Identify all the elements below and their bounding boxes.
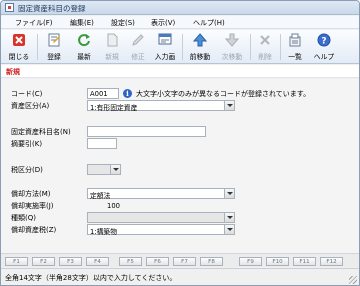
list-button[interactable]: 一覧 [283,32,307,62]
fkey-f2[interactable]: F2 [32,257,55,266]
status-message: 全角14文字（半角28文字）以内で入力してください。 [5,274,177,282]
input-screen-button[interactable]: 入力画 [153,32,177,62]
refresh-icon [78,34,90,47]
fkey-f6[interactable]: F6 [146,257,169,266]
chevron-down-icon[interactable] [224,213,234,222]
toolbar: 閉じる 登録 最新 新規 修正 入力画 前移動 次移動 削除 一覧 ? ヘルプ [1,30,359,64]
modify-button[interactable]: 修正 [126,32,150,62]
mode-bar: 新規 [1,65,359,78]
new-button[interactable]: 新規 [100,32,124,62]
input-screen-icon [158,33,172,45]
up-arrow-icon [193,33,207,47]
depreciation-method-select[interactable]: 定額法 [87,188,235,200]
entry-form: コード(C) A001 i 大文字小文字のみが異なるコードが登録されています。 … [1,79,359,253]
fkey-f10[interactable]: F10 [266,257,289,266]
depreciation-method-label: 償却方法(M) [11,190,51,198]
close-icon [13,34,25,46]
title-bar: 固定資産科目の登録 [1,1,359,15]
next-move-label: 次移動 [221,53,243,61]
application-window: 固定資産科目の登録 ファイル(F) 編集(E) 設定(S) 表示(V) ヘルプ(… [0,0,360,286]
tax-class-select[interactable] [87,164,121,175]
help-icon: ? [317,33,331,47]
depreciation-method-value: 定額法 [90,192,111,200]
code-warning-text: 大文字小文字のみが異なるコードが登録されています。 [136,90,311,98]
asset-class-value: 1:有形固定資産 [90,104,138,112]
window-title: 固定資産科目の登録 [18,4,86,13]
list-label: 一覧 [288,53,302,61]
prev-move-button[interactable]: 前移動 [188,32,212,62]
summary-key-label: 摘要引(K) [11,140,43,148]
fkey-f7[interactable]: F7 [173,257,196,266]
chevron-down-icon[interactable] [224,101,234,110]
fkey-f5[interactable]: F5 [119,257,142,266]
code-label: コード(C) [11,90,43,98]
new-document-icon [107,33,118,47]
help-button[interactable]: ? ヘルプ [312,32,336,62]
menu-help[interactable]: ヘルプ(H) [193,18,225,28]
summary-key-input[interactable] [87,138,117,149]
function-key-bar: F1 F2 F3 F4 F5 F6 F7 F8 F9 F10 F11 F12 [1,253,359,267]
menu-settings[interactable]: 設定(S) [111,18,135,28]
fkey-f8[interactable]: F8 [200,257,223,266]
delete-button[interactable]: 削除 [253,32,277,62]
close-label: 閉じる [8,53,30,61]
input-screen-label: 入力画 [154,53,176,61]
next-move-button[interactable]: 次移動 [220,32,244,62]
info-icon: i [123,89,132,98]
tax-class-label: 税区分(D) [11,166,43,174]
asset-name-label: 固定資産科目名(N) [11,128,71,136]
menu-bar: ファイル(F) 編集(E) 設定(S) 表示(V) ヘルプ(H) [1,16,359,29]
fkey-f12[interactable]: F12 [320,257,343,266]
delete-x-icon [260,35,270,45]
register-label: 登録 [47,53,61,61]
help-label: ヘルプ [313,53,335,61]
depreciable-asset-tax-label: 償却資産税(Z) [11,226,57,234]
asset-class-label: 資産区分(A) [11,102,50,110]
resize-grip-icon[interactable] [349,276,357,284]
depreciation-rate-input[interactable]: 100 [87,200,123,211]
fkey-f1[interactable]: F1 [5,257,28,266]
svg-text:?: ? [321,37,326,47]
list-icon [289,33,301,47]
depreciable-asset-tax-value: 1:構築物 [90,228,118,236]
refresh-button[interactable]: 最新 [72,32,96,62]
chevron-down-icon[interactable] [224,189,234,198]
register-icon [48,33,60,47]
app-icon [5,3,14,12]
prev-move-label: 前移動 [189,53,211,61]
chevron-down-icon[interactable] [110,165,120,174]
menu-edit[interactable]: 編集(E) [70,18,94,28]
down-arrow-icon [225,33,239,47]
close-button[interactable]: 閉じる [7,32,31,62]
chevron-down-icon[interactable] [224,225,234,234]
fkey-f9[interactable]: F9 [239,257,262,266]
fkey-f3[interactable]: F3 [59,257,82,266]
pencil-icon [132,34,144,46]
asset-name-input[interactable] [87,126,206,137]
depreciable-asset-tax-select[interactable]: 1:構築物 [87,224,235,236]
menu-file[interactable]: ファイル(F) [15,18,53,28]
menu-view[interactable]: 表示(V) [151,18,175,28]
toolbar-separator [182,34,183,60]
type-label: 種類(Q) [11,214,36,222]
register-button[interactable]: 登録 [42,32,66,62]
status-bar: 全角14文字（半角28文字）以内で入力してください。 [1,268,359,285]
type-select[interactable] [87,212,235,223]
fkey-f11[interactable]: F11 [293,257,316,266]
mode-indicator: 新規 [6,68,20,76]
depreciation-rate-label: 償却実施率(J) [11,202,54,210]
fkey-f4[interactable]: F4 [86,257,109,266]
code-input[interactable]: A001 [87,88,119,99]
asset-class-select[interactable]: 1:有形固定資産 [87,100,235,112]
delete-label: 削除 [258,53,272,61]
